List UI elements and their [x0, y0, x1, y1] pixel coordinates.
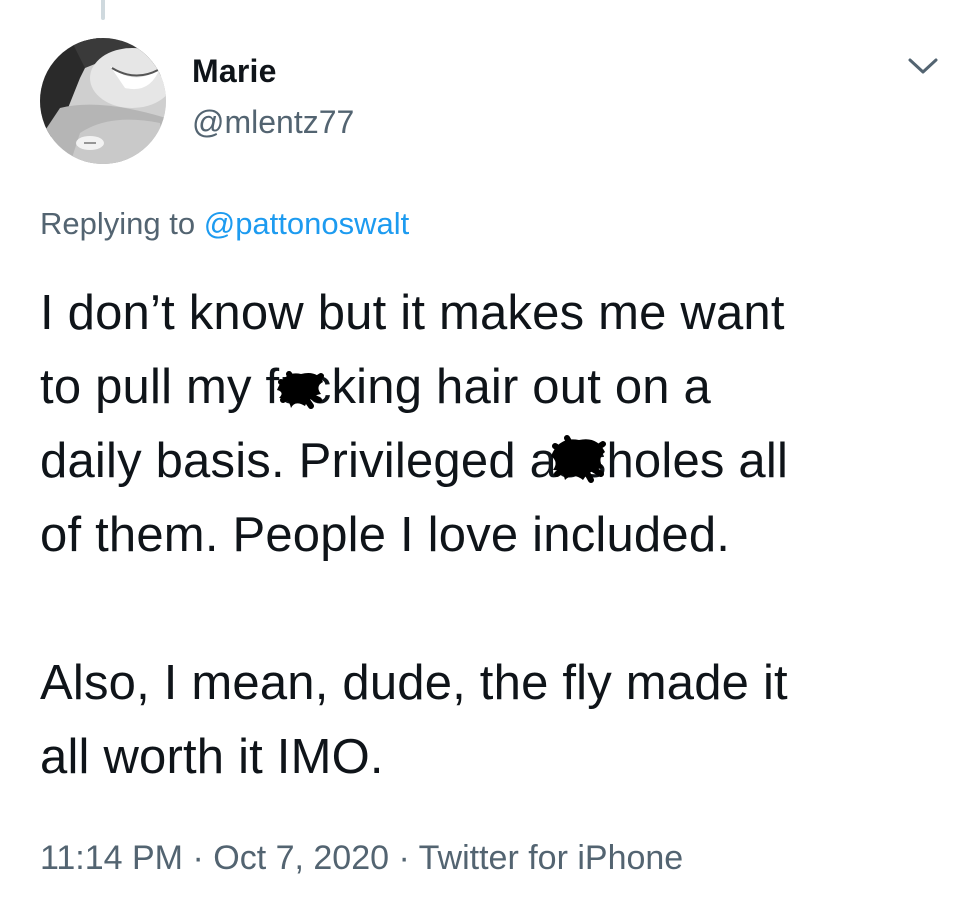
- tweet-line: of them. People I love included.: [40, 508, 731, 562]
- avatar[interactable]: [40, 38, 166, 164]
- author-names: Marie @mlentz77: [192, 52, 354, 142]
- tweet-text-segment: to pull my f: [40, 360, 280, 414]
- tweet-text-segment: daily basis. Privileged a: [40, 434, 558, 488]
- tweet-body: I don’t know but it makes me want to pul…: [40, 276, 950, 794]
- tweet-metadata: 11:14 PM · Oct 7, 2020 · Twitter for iPh…: [40, 835, 683, 881]
- tweet-text-segment: king hair out on a: [331, 360, 712, 414]
- author-handle[interactable]: @mlentz77: [192, 102, 354, 142]
- replying-to-label: Replying to: [40, 206, 196, 241]
- replying-to: Replying to @pattonoswalt: [40, 202, 409, 246]
- tweet-time[interactable]: 11:14 PM: [40, 839, 183, 877]
- tweet-source[interactable]: Twitter for iPhone: [419, 839, 684, 877]
- tweet-line: all worth it IMO.: [40, 730, 384, 784]
- tweet-date[interactable]: Oct 7, 2020: [213, 839, 389, 877]
- tweet-line: to pull my fuc king hair out on a: [40, 350, 950, 424]
- author-display-name[interactable]: Marie: [192, 52, 354, 90]
- meta-separator: ·: [398, 839, 410, 877]
- thread-connector-line: [101, 0, 105, 20]
- meta-separator: ·: [192, 839, 204, 877]
- tweet-line: Also, I mean, dude, the fly made it: [40, 656, 788, 710]
- censored-text: ss: [557, 434, 607, 488]
- tweet-text-segment: holes all: [606, 434, 789, 488]
- tweet-line: I don’t know but it makes me want: [40, 286, 785, 340]
- censored-text: uc: [279, 360, 332, 414]
- censored-word-part: uc: [277, 350, 332, 424]
- chevron-down-icon[interactable]: [906, 54, 940, 78]
- profile-photo-image: [40, 38, 166, 164]
- tweet-line: daily basis. Privileged ass holes all: [40, 424, 950, 498]
- censored-word-part: ss: [551, 424, 607, 498]
- reply-target-link[interactable]: @pattonoswalt: [204, 206, 410, 241]
- tweet-header: Marie @mlentz77: [40, 38, 950, 164]
